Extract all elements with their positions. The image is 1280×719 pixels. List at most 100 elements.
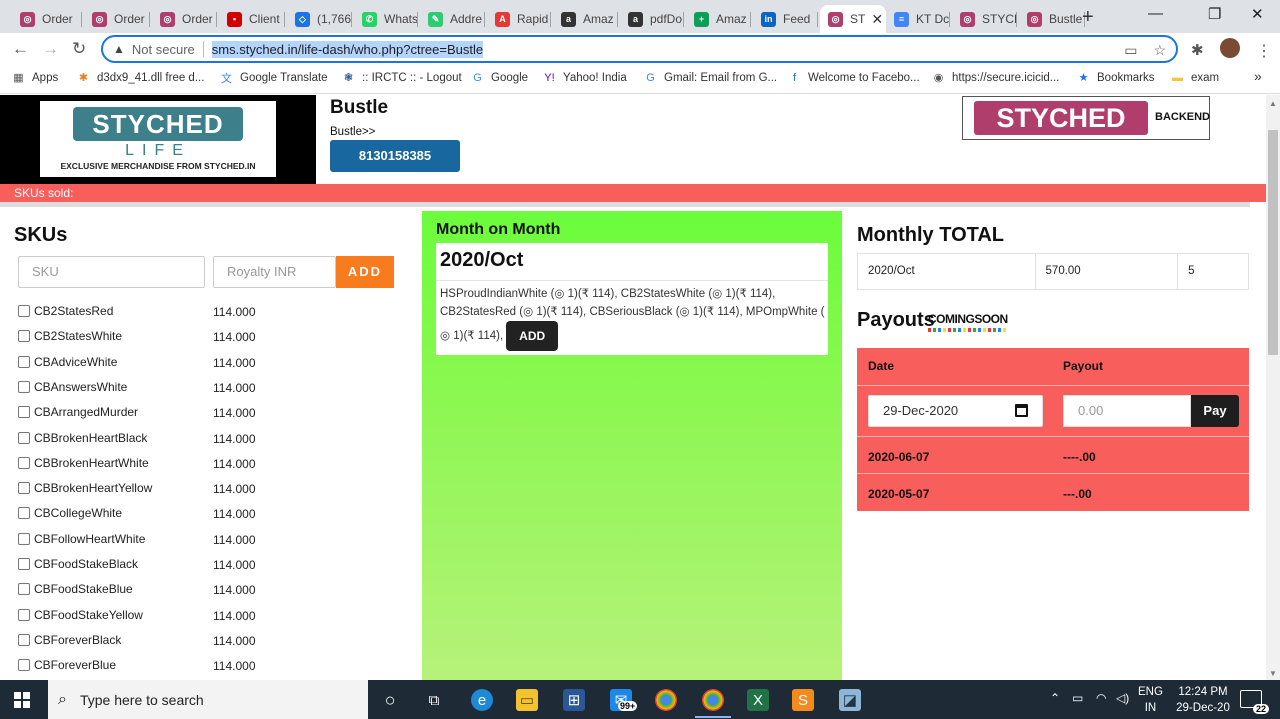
maximize-button[interactable]: ❐	[1208, 5, 1221, 23]
bookmark-item[interactable]: ▬ exam	[1171, 71, 1219, 84]
battery-icon[interactable]: ▭	[1072, 691, 1083, 705]
mail-icon[interactable]: ✉99+	[610, 689, 638, 711]
sku-input[interactable]: SKU	[18, 256, 205, 288]
sku-checkbox[interactable]	[18, 659, 30, 672]
sku-list-item[interactable]: CBFoodStakeBlack	[18, 555, 138, 573]
profile-avatar[interactable]	[1220, 38, 1240, 58]
browser-tab[interactable]: ◇ (1,766	[287, 5, 352, 33]
sku-checkbox[interactable]	[18, 355, 30, 368]
bookmark-item[interactable]: G Gmail: Email from G...	[644, 71, 777, 84]
store-icon[interactable]: ⊞	[563, 689, 585, 711]
styched-backend-logo[interactable]: STYCHED BACKEND	[962, 96, 1210, 140]
url-text[interactable]: sms.styched.in/life-dash/who.php?ctree=B…	[211, 40, 484, 58]
back-button[interactable]: ←	[12, 39, 29, 59]
browser-tab[interactable]: + Amaz	[686, 5, 751, 33]
browser-tab[interactable]: ◎ Order	[152, 5, 217, 33]
bookmark-item[interactable]: ◉ https://secure.icicid...	[932, 71, 1060, 85]
app-icon[interactable]: ◪	[839, 689, 861, 711]
browser-tab[interactable]: in Feed	[753, 5, 818, 33]
bookmarks-overflow-icon[interactable]: »	[1254, 68, 1262, 84]
sku-checkbox[interactable]	[18, 330, 30, 343]
sku-checkbox[interactable]	[18, 380, 30, 393]
sublime-icon[interactable]: S	[792, 689, 814, 711]
pay-button[interactable]: Pay	[1191, 395, 1239, 427]
sku-checkbox[interactable]	[18, 633, 30, 646]
scroll-thumb[interactable]	[1268, 130, 1278, 355]
chrome-profile-icon[interactable]	[695, 689, 731, 718]
bookmark-item[interactable]: ★ Bookmarks	[1077, 71, 1155, 85]
sku-checkbox[interactable]	[18, 608, 30, 621]
sku-list-item[interactable]: CBCollegeWhite	[18, 504, 122, 522]
browser-tab[interactable]: ◎ Order	[84, 5, 150, 33]
page-scrollbar[interactable]: ▲ ▼	[1266, 95, 1280, 680]
sku-list-item[interactable]: CBBrokenHeartWhite	[18, 454, 149, 472]
month-add-button[interactable]: ADD	[506, 321, 559, 351]
address-bar[interactable]: ▲ Not secure sms.styched.in/life-dash/wh…	[101, 35, 1178, 63]
phone-button[interactable]: 8130158385	[330, 140, 460, 172]
browser-tab[interactable]: a pdfDo	[620, 5, 684, 33]
sku-checkbox[interactable]	[18, 305, 30, 317]
sku-checkbox[interactable]	[18, 558, 30, 570]
minimize-button[interactable]: —	[1148, 5, 1163, 22]
payout-amount-input[interactable]: 0.00	[1063, 395, 1191, 427]
sku-checkbox[interactable]	[18, 406, 30, 419]
bookmark-item[interactable]: ▦ Apps	[12, 71, 58, 85]
scroll-up-icon[interactable]: ▲	[1269, 99, 1277, 108]
scroll-down-icon[interactable]: ▼	[1269, 669, 1277, 678]
royalty-input[interactable]: Royalty INR	[213, 256, 336, 288]
browser-tab[interactable]: ◎ Bustle	[1019, 5, 1085, 33]
sku-checkbox[interactable]	[18, 532, 30, 545]
sku-list-item[interactable]: CBAdviceWhite	[18, 353, 117, 371]
notification-icon[interactable]: 22	[1240, 690, 1269, 714]
sku-list-item[interactable]: CBAnswersWhite	[18, 378, 127, 396]
reload-button[interactable]: ↻	[72, 39, 86, 59]
sku-list-item[interactable]: CBFollowHeartWhite	[18, 530, 145, 548]
edge-icon[interactable]: e	[471, 689, 493, 711]
bookmark-item[interactable]: ❃:: IRCTC :: - Logout	[342, 71, 462, 85]
bookmark-star-icon[interactable]: ☆	[1153, 42, 1166, 59]
sku-list-item[interactable]: CBFoodStakeBlue	[18, 580, 133, 598]
cortana-icon[interactable]: ○	[379, 689, 401, 711]
bookmark-item[interactable]: Y! Yahoo! India	[543, 71, 626, 84]
sku-list-item[interactable]: CB2StatesWhite	[18, 327, 122, 345]
sku-list-item[interactable]: CBFoodStakeYellow	[18, 606, 143, 624]
browser-tab[interactable]: ◎ ST ✕	[820, 5, 886, 33]
close-window-button[interactable]: ✕	[1251, 5, 1264, 23]
wifi-icon[interactable]: ◠	[1096, 691, 1106, 705]
sku-checkbox[interactable]	[18, 456, 30, 469]
security-label[interactable]: Not secure	[132, 42, 195, 57]
browser-tab[interactable]: ◎ STYCH	[952, 5, 1017, 33]
styched-life-logo[interactable]: STYCHED LIFE EXCLUSIVE MERCHANDISE FROM …	[40, 101, 276, 177]
payout-date-input[interactable]: 29-Dec-2020	[868, 395, 1043, 427]
bookmark-item[interactable]: f Welcome to Facebo...	[788, 71, 920, 84]
browser-tab[interactable]: ✆ Whats	[354, 5, 418, 33]
sku-list-item[interactable]: CBBrokenHeartYellow	[18, 479, 152, 497]
sku-list-item[interactable]: CB2StatesRed	[18, 302, 113, 320]
sku-checkbox[interactable]	[18, 583, 30, 596]
browser-tab[interactable]: ▪ Client	[219, 5, 285, 33]
tray-expand-icon[interactable]: ⌃	[1050, 691, 1060, 705]
sku-list-item[interactable]: CBForeverBlue	[18, 656, 116, 674]
extensions-puzzle-icon[interactable]: ✱	[1191, 41, 1204, 59]
chrome-icon[interactable]	[655, 689, 677, 711]
add-sku-button[interactable]: ADD	[336, 256, 394, 288]
sku-checkbox[interactable]	[18, 482, 30, 495]
bookmark-item[interactable]: G Google	[471, 71, 528, 84]
tab-close-icon[interactable]: ✕	[871, 11, 883, 28]
browser-tab[interactable]: ✎ Addre	[420, 5, 485, 33]
menu-kebab-icon[interactable]: ⋮	[1256, 41, 1272, 61]
excel-icon[interactable]: X	[747, 689, 769, 711]
sku-list-item[interactable]: CBForeverBlack	[18, 631, 121, 649]
windows-start-icon[interactable]	[14, 692, 30, 708]
sku-list-item[interactable]: CBArrangedMurder	[18, 403, 138, 421]
bookmark-item[interactable]: 文 Google Translate	[220, 71, 328, 85]
clock[interactable]: 12:24 PM 29-Dec-20	[1168, 684, 1238, 716]
cast-icon[interactable]: ▭	[1124, 42, 1137, 59]
new-tab-button[interactable]: +	[1082, 6, 1094, 29]
forward-button[interactable]: →	[42, 39, 59, 59]
sku-list-item[interactable]: CBBrokenHeartBlack	[18, 429, 147, 447]
taskbar-search[interactable]: ⌕ Type here to search	[48, 680, 368, 719]
not-secure-icon[interactable]: ▲	[113, 42, 125, 56]
breadcrumb[interactable]: Bustle>>	[330, 126, 375, 138]
browser-tab[interactable]: a Amaz	[553, 5, 618, 33]
